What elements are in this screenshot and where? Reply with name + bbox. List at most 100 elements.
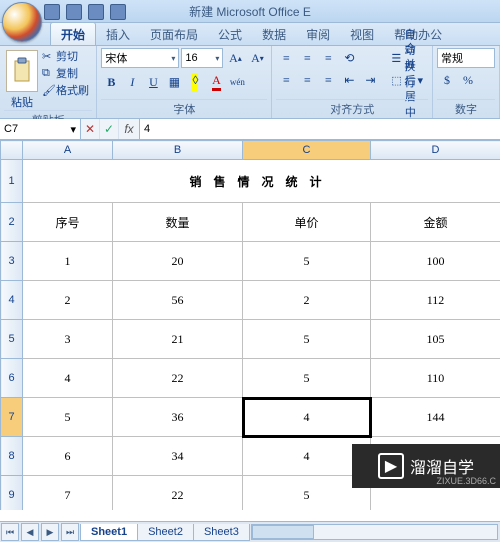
sheet-nav-first[interactable]: ⏮ [1, 523, 19, 541]
cell[interactable]: 5 [243, 359, 371, 398]
cell[interactable]: 5 [243, 242, 371, 281]
bold-button[interactable]: B [101, 72, 121, 92]
row-header[interactable]: 6 [1, 359, 23, 398]
phonetic-button[interactable]: wén [227, 72, 247, 92]
cell[interactable]: 22 [113, 476, 243, 511]
sheet-nav-prev[interactable]: ◀ [21, 523, 39, 541]
cell[interactable]: 4 [243, 398, 371, 437]
row-header[interactable]: 3 [1, 242, 23, 281]
percent-button[interactable]: % [458, 70, 478, 90]
col-header-C[interactable]: C [243, 141, 371, 160]
qat-print-icon[interactable] [110, 4, 126, 20]
fill-color-button[interactable]: ◊ [185, 72, 205, 92]
font-name-combo[interactable]: 宋体▾ [101, 48, 179, 68]
cell[interactable]: 6 [23, 437, 113, 476]
cell[interactable]: 单价 [243, 203, 371, 242]
merge-center-button[interactable]: ⬚ 合并后居中▾ [386, 70, 428, 90]
enter-button[interactable]: ✓ [100, 119, 119, 139]
copy-button[interactable]: ⧉复制 [42, 65, 89, 81]
sheet-tab[interactable]: Sheet1 [80, 524, 138, 541]
cell[interactable]: 112 [371, 281, 500, 320]
cell[interactable]: 36 [113, 398, 243, 437]
cell[interactable]: 100 [371, 242, 500, 281]
cell[interactable]: 序号 [23, 203, 113, 242]
cell[interactable]: 销售情况统计 [23, 160, 500, 203]
row-header[interactable]: 8 [1, 437, 23, 476]
align-left-button[interactable]: ≡ [276, 70, 296, 90]
font-color-button[interactable]: A [206, 72, 226, 92]
cell[interactable]: 105 [371, 320, 500, 359]
align-right-button[interactable]: ≡ [318, 70, 338, 90]
tab-formula[interactable]: 公式 [208, 23, 252, 45]
sheet-nav-last[interactable]: ⏭ [61, 523, 79, 541]
col-header-D[interactable]: D [371, 141, 500, 160]
tab-insert[interactable]: 插入 [96, 23, 140, 45]
cell[interactable]: 5 [243, 320, 371, 359]
horizontal-scrollbar[interactable] [251, 524, 498, 540]
cell[interactable]: 56 [113, 281, 243, 320]
indent-inc-button[interactable]: ⇥ [360, 70, 380, 90]
col-header-B[interactable]: B [113, 141, 243, 160]
cell[interactable]: 2 [243, 281, 371, 320]
tab-review[interactable]: 审阅 [296, 23, 340, 45]
orientation-button[interactable]: ⟲ [339, 48, 359, 68]
cell[interactable]: 22 [113, 359, 243, 398]
align-top-button[interactable]: ≡ [276, 48, 296, 68]
cell[interactable]: 21 [113, 320, 243, 359]
row-header[interactable]: 1 [1, 160, 23, 203]
currency-button[interactable]: $ [437, 70, 457, 90]
tab-home[interactable]: 开始 [50, 22, 96, 45]
fx-icon[interactable]: fx [119, 119, 140, 139]
cell[interactable]: 金额 [371, 203, 500, 242]
row-header[interactable]: 5 [1, 320, 23, 359]
office-button[interactable] [2, 2, 42, 42]
qat-save-icon[interactable] [44, 4, 60, 20]
cell[interactable]: 2 [23, 281, 113, 320]
cancel-button[interactable]: ✕ [81, 119, 100, 139]
number-format-combo[interactable]: 常规 [437, 48, 495, 68]
sheet-nav-next[interactable]: ▶ [41, 523, 59, 541]
tab-data[interactable]: 数据 [252, 23, 296, 45]
formatpainter-button[interactable]: 🖌格式刷 [42, 82, 89, 98]
cell[interactable]: 1 [23, 242, 113, 281]
qat-redo-icon[interactable] [88, 4, 104, 20]
indent-dec-button[interactable]: ⇤ [339, 70, 359, 90]
cell[interactable]: 7 [23, 476, 113, 511]
italic-button[interactable]: I [122, 72, 142, 92]
tab-layout[interactable]: 页面布局 [140, 23, 208, 45]
paste-button[interactable] [6, 50, 38, 92]
cell[interactable]: 4 [23, 359, 113, 398]
cut-button[interactable]: ✂剪切 [42, 48, 89, 64]
row-header[interactable]: 7 [1, 398, 23, 437]
row-header[interactable]: 4 [1, 281, 23, 320]
formula-input[interactable]: 4 [140, 119, 500, 139]
scroll-thumb[interactable] [252, 525, 314, 539]
sheet-tab[interactable]: Sheet2 [137, 524, 194, 541]
cell[interactable]: 5 [23, 398, 113, 437]
tab-view[interactable]: 视图 [340, 23, 384, 45]
cell[interactable]: 20 [113, 242, 243, 281]
select-all-corner[interactable] [1, 141, 23, 160]
name-box[interactable]: C7▾ [0, 119, 81, 139]
align-bottom-button[interactable]: ≡ [318, 48, 338, 68]
align-middle-button[interactable]: ≡ [297, 48, 317, 68]
cell[interactable]: 数量 [113, 203, 243, 242]
cell[interactable]: 110 [371, 359, 500, 398]
border-button[interactable]: ▦ [164, 72, 184, 92]
sheet-tab[interactable]: Sheet3 [193, 524, 250, 541]
watermark: ▶ 溜溜自学 ZIXUE.3D66.C [352, 444, 500, 488]
align-center-button[interactable]: ≡ [297, 70, 317, 90]
cell[interactable]: 3 [23, 320, 113, 359]
cell[interactable]: 34 [113, 437, 243, 476]
watermark-url: ZIXUE.3D66.C [436, 476, 496, 486]
shrink-font-button[interactable]: A▾ [247, 48, 267, 68]
col-header-A[interactable]: A [23, 141, 113, 160]
cell[interactable]: 144 [371, 398, 500, 437]
row-header[interactable]: 9 [1, 476, 23, 511]
qat-undo-icon[interactable] [66, 4, 82, 20]
grow-font-button[interactable]: A▴ [225, 48, 245, 68]
row-header[interactable]: 2 [1, 203, 23, 242]
worksheet[interactable]: A B C D 1销售情况统计2序号数量单价金额3120510042562112… [0, 140, 500, 510]
underline-button[interactable]: U [143, 72, 163, 92]
font-size-combo[interactable]: 16▾ [181, 48, 223, 68]
